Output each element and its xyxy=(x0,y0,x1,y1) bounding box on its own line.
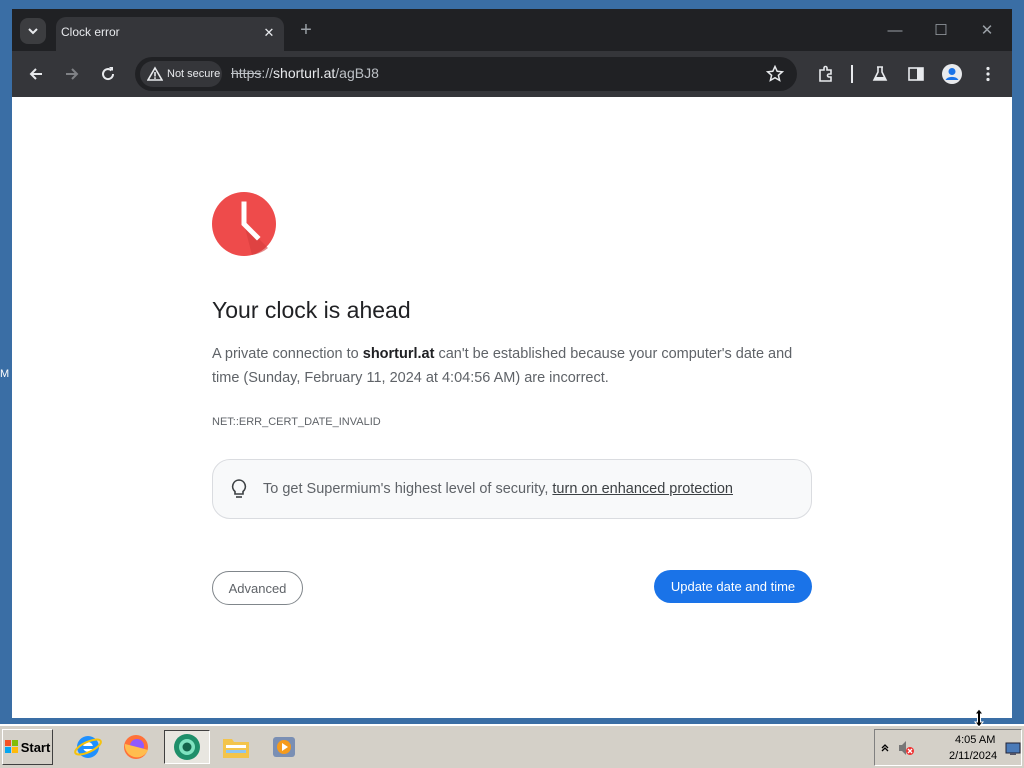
taskbar: Start 4:05 AM 2/11/2024 xyxy=(0,724,1024,768)
minimize-button[interactable]: — xyxy=(872,17,918,43)
enhanced-protection-banner: To get Supermium's highest level of secu… xyxy=(212,459,812,519)
reload-icon xyxy=(102,67,115,81)
start-label: Start xyxy=(20,739,51,755)
supermium-taskbar-button[interactable] xyxy=(164,730,210,764)
maximize-button[interactable]: ☐ xyxy=(918,17,964,43)
new-tab-button[interactable]: + xyxy=(294,18,318,42)
profile-icon xyxy=(942,64,962,84)
labs-icon xyxy=(872,66,888,81)
advanced-button[interactable]: Advanced xyxy=(212,571,303,605)
security-chip-label: Not secure xyxy=(167,68,221,80)
media-player-button[interactable] xyxy=(266,730,302,764)
page-heading: Your clock is ahead xyxy=(212,297,411,323)
tray-clock-date[interactable]: 2/11/2024 xyxy=(949,750,997,762)
chevron-down-icon xyxy=(28,28,38,35)
error-message: A private connection to shorturl.at can'… xyxy=(212,342,817,390)
desktop-edge-label: M xyxy=(0,368,10,380)
bookmark-star-button[interactable] xyxy=(765,64,785,84)
url-host: shorturl.at xyxy=(273,65,336,81)
clock-icon xyxy=(212,192,276,256)
interstitial-page: Your clock is ahead A private connection… xyxy=(12,97,1012,718)
reload-button[interactable] xyxy=(95,61,121,87)
windows-logo-icon xyxy=(4,740,18,753)
resize-cursor-icon xyxy=(973,708,985,728)
tab-close-icon[interactable]: ✕ xyxy=(260,24,278,42)
show-desktop-icon[interactable] xyxy=(1005,742,1021,756)
system-tray: 4:05 AM 2/11/2024 xyxy=(874,729,1022,766)
url-separator: :// xyxy=(261,65,274,81)
side-panel-icon xyxy=(908,67,924,81)
supermium-icon xyxy=(174,734,200,760)
side-panel-button[interactable] xyxy=(903,61,929,87)
browser-window: Clock error ✕ + — ☐ ✕ Not secure https:/… xyxy=(12,9,1012,718)
star-icon xyxy=(766,65,784,82)
tab-clock-error[interactable]: Clock error ✕ xyxy=(56,17,284,51)
message-host: shorturl.at xyxy=(362,346,435,362)
enhanced-text: To get Supermium's highest level of secu… xyxy=(263,481,553,497)
enhanced-protection-text: To get Supermium's highest level of secu… xyxy=(263,481,733,497)
omnibox[interactable]: Not secure https://shorturl.at/agBJ8 xyxy=(135,57,797,91)
profile-button[interactable] xyxy=(939,61,965,87)
show-hidden-icons-icon[interactable] xyxy=(880,743,890,753)
security-chip[interactable]: Not secure xyxy=(140,61,222,87)
toolbar-separator xyxy=(851,65,853,83)
url-text: https://shorturl.at/agBJ8 xyxy=(231,65,379,81)
file-explorer-button[interactable] xyxy=(218,730,254,764)
forward-icon xyxy=(66,68,79,80)
url-scheme: https xyxy=(231,65,262,81)
tab-strip: Clock error ✕ + — ☐ ✕ xyxy=(12,9,1012,51)
tray-clock-time[interactable]: 4:05 AM xyxy=(955,734,995,746)
back-icon xyxy=(29,68,42,80)
warning-icon xyxy=(147,66,163,81)
close-window-button[interactable]: ✕ xyxy=(964,17,1010,43)
start-button[interactable]: Start xyxy=(2,729,53,765)
forward-button[interactable] xyxy=(59,61,85,87)
update-date-time-button[interactable]: Update date and time xyxy=(654,570,812,603)
volume-muted-icon[interactable] xyxy=(897,739,915,757)
browser-toolbar: Not secure https://shorturl.at/agBJ8 xyxy=(12,51,1012,97)
error-code: NET::ERR_CERT_DATE_INVALID xyxy=(212,416,381,428)
extensions-icon xyxy=(819,65,832,82)
internet-explorer-icon xyxy=(74,736,102,758)
menu-button[interactable] xyxy=(975,61,1001,87)
firefox-button[interactable] xyxy=(118,730,154,764)
extensions-button[interactable] xyxy=(813,61,839,87)
menu-icon xyxy=(986,66,990,82)
back-button[interactable] xyxy=(23,61,49,87)
file-explorer-icon xyxy=(223,739,249,758)
lightbulb-icon xyxy=(231,479,247,498)
firefox-icon xyxy=(124,735,148,759)
labs-button[interactable] xyxy=(867,61,893,87)
url-path: /agBJ8 xyxy=(335,65,379,81)
message-prefix: A private connection to xyxy=(212,346,363,362)
internet-explorer-button[interactable] xyxy=(70,730,106,764)
tab-search-button[interactable] xyxy=(20,18,46,44)
tab-title: Clock error xyxy=(61,25,120,39)
media-player-icon xyxy=(273,737,295,757)
enhanced-protection-link[interactable]: turn on enhanced protection xyxy=(552,481,733,497)
